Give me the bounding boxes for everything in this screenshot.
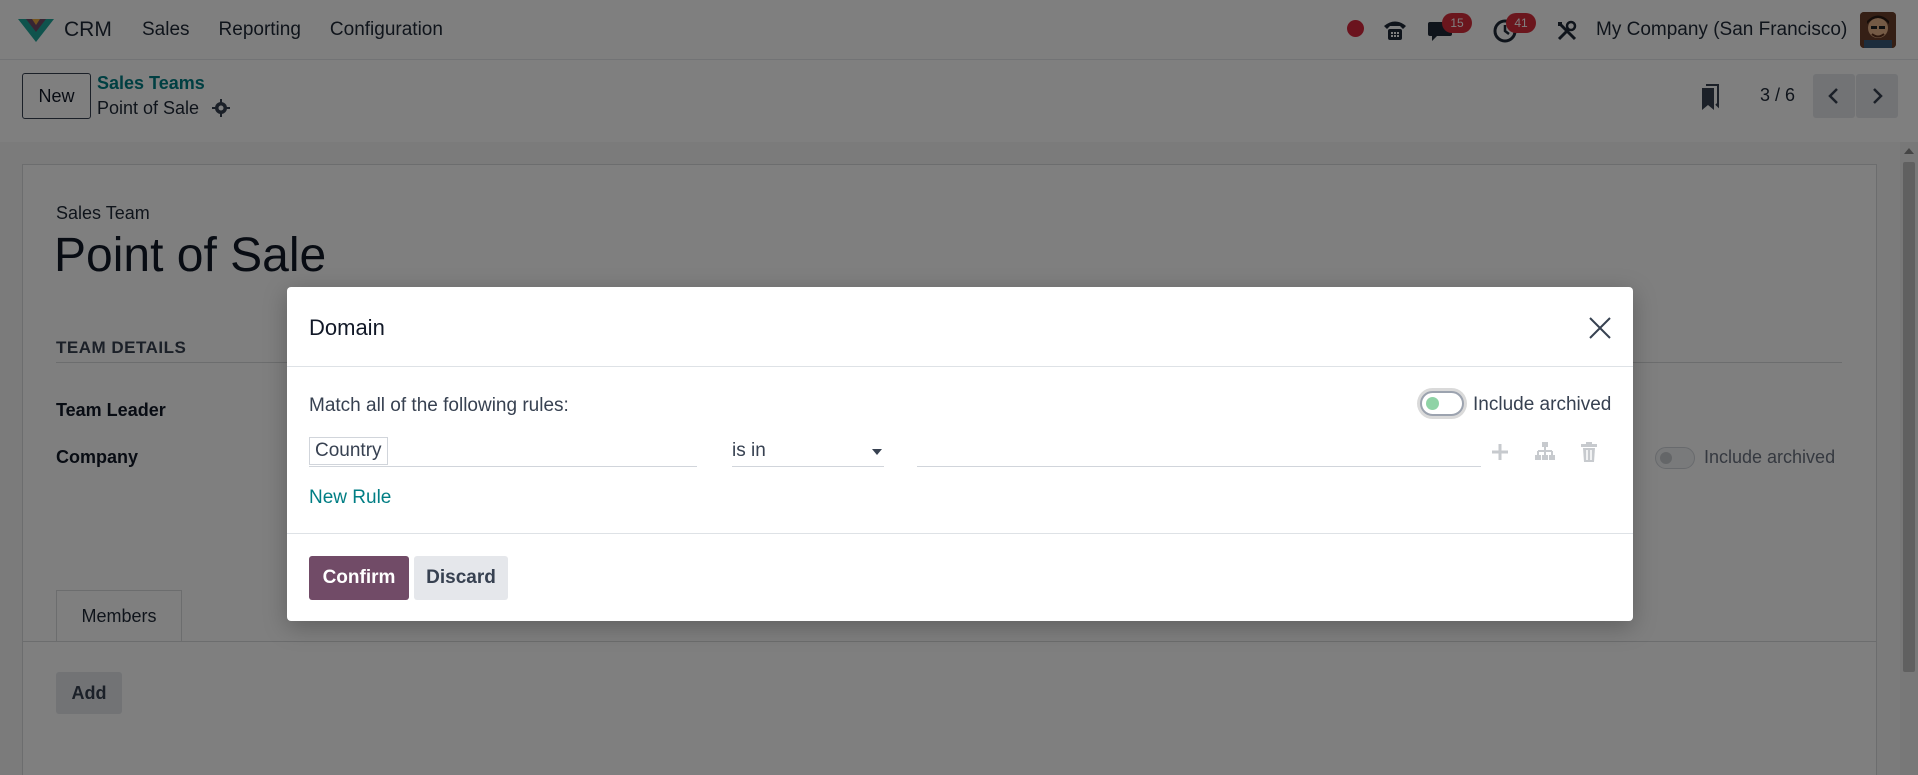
include-archived-label[interactable]: Include archived [1473, 394, 1611, 416]
new-rule-link[interactable]: New Rule [309, 487, 391, 509]
include-archived-toggle[interactable] [1420, 391, 1464, 416]
domain-dialog: Domain Match all of the following rules:… [287, 287, 1633, 621]
add-branch-icon[interactable] [1533, 440, 1557, 464]
rule-operator-select[interactable]: is in [732, 437, 884, 467]
add-rule-plus-icon[interactable] [1488, 440, 1512, 464]
dialog-footer-divider [287, 533, 1633, 534]
caret-down-icon [872, 449, 882, 455]
rule-value-input[interactable] [917, 437, 1481, 467]
rule-field-selector[interactable]: Country [309, 437, 388, 465]
discard-button[interactable]: Discard [414, 556, 508, 600]
trash-icon[interactable] [1577, 440, 1601, 464]
dialog-header-divider [287, 366, 1633, 367]
close-icon[interactable] [1587, 315, 1613, 341]
confirm-button[interactable]: Confirm [309, 556, 409, 600]
match-rules-text: Match all of the following rules: [309, 395, 569, 416]
dialog-title: Domain [309, 315, 385, 340]
